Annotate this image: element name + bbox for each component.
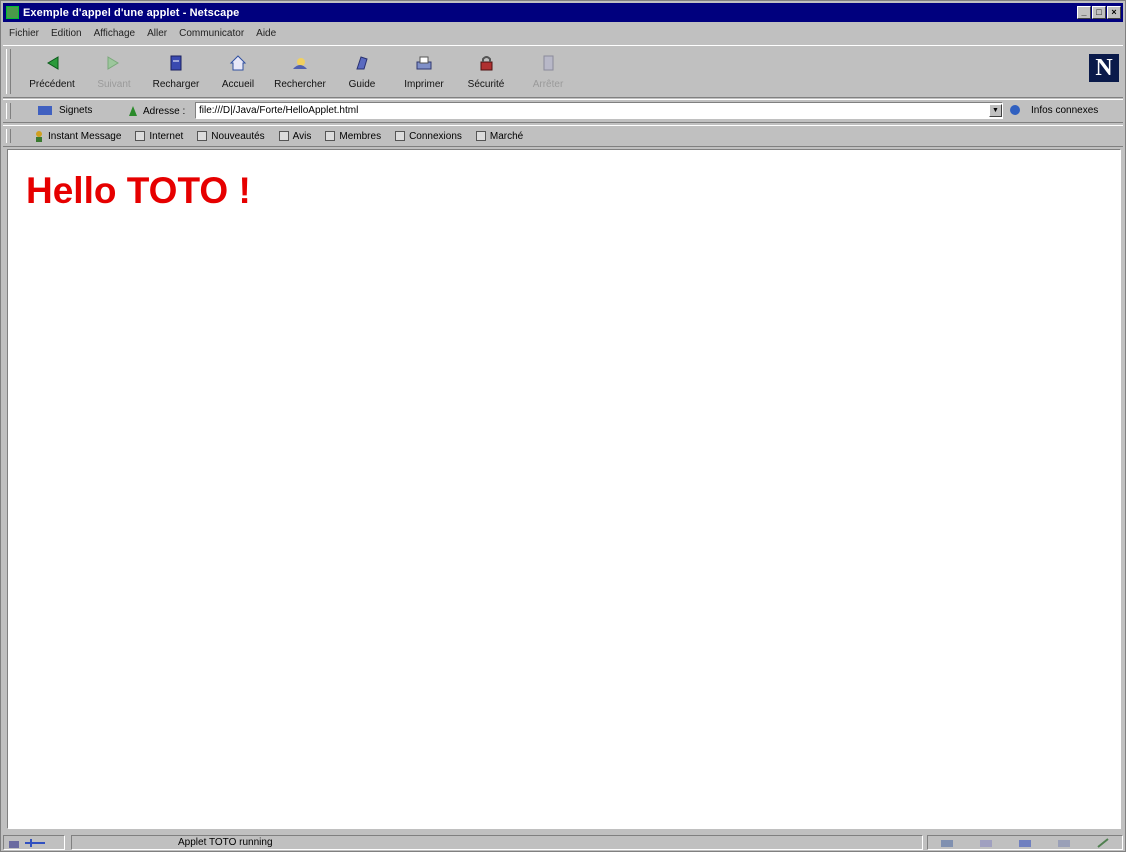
personal-toolbar: Instant Message Internet Nouveautés Avis…	[3, 125, 1123, 147]
menu-aide[interactable]: Aide	[250, 28, 282, 39]
reload-button[interactable]: Recharger	[145, 50, 207, 94]
close-button[interactable]: ×	[1107, 6, 1121, 19]
status-bar: Applet TOTO running	[3, 834, 1123, 851]
toolbar-grip[interactable]	[6, 129, 11, 143]
menu-affichage[interactable]: Affichage	[88, 28, 142, 39]
address-label: Adresse :	[127, 105, 185, 117]
address-book-icon[interactable]	[1057, 838, 1071, 848]
personal-item-avis[interactable]: Avis	[278, 131, 311, 142]
instant-message-icon	[36, 131, 42, 142]
home-icon	[227, 52, 249, 74]
minimize-button[interactable]: _	[1077, 6, 1091, 19]
stop-icon	[537, 52, 559, 74]
home-button[interactable]: Accueil	[207, 50, 269, 94]
security-status-icon	[9, 840, 19, 848]
page-content[interactable]: Hello TOTO !	[7, 149, 1121, 829]
browser-window: Exemple d'appel d'une applet - Netscape …	[0, 0, 1126, 852]
location-toolbar: Signets Adresse : ▼ Infos connexes	[3, 99, 1123, 123]
back-button[interactable]: Précédent	[21, 50, 83, 94]
bookmark-folder-icon	[395, 131, 406, 141]
address-dropdown-button[interactable]: ▼	[989, 104, 1002, 117]
forward-arrow-icon	[103, 52, 125, 74]
bookmarks-button[interactable]: Signets	[37, 104, 92, 116]
status-text: Applet TOTO running	[71, 835, 923, 850]
title-bar[interactable]: Exemple d'appel d'une applet - Netscape …	[3, 3, 1123, 22]
connection-status-icon	[25, 838, 45, 847]
address-input[interactable]	[195, 102, 1003, 119]
print-icon	[413, 52, 435, 74]
menu-aller[interactable]: Aller	[141, 28, 173, 39]
bookmark-folder-icon	[135, 131, 146, 141]
search-button[interactable]: Rechercher	[269, 50, 331, 94]
component-bar	[927, 835, 1123, 850]
bookmark-folder-icon	[325, 131, 336, 141]
bookmark-folder-icon	[278, 131, 289, 141]
personal-item-membres[interactable]: Membres	[325, 131, 381, 142]
status-security[interactable]	[3, 835, 65, 850]
menu-bar: Fichier Edition Affichage Aller Communic…	[3, 24, 282, 42]
menu-fichier[interactable]: Fichier	[3, 28, 45, 39]
window-title: Exemple d'appel d'une applet - Netscape	[23, 6, 240, 19]
personal-item-internet[interactable]: Internet	[135, 131, 183, 142]
page-proxy-icon[interactable]	[127, 105, 139, 117]
personal-item-instant-message[interactable]: Instant Message	[33, 130, 121, 142]
navigator-icon[interactable]	[940, 838, 954, 848]
bookmarks-icon	[38, 106, 52, 115]
back-arrow-icon	[41, 52, 63, 74]
print-button[interactable]: Imprimer	[393, 50, 455, 94]
mail-icon[interactable]	[979, 838, 993, 848]
security-lock-icon	[475, 52, 497, 74]
personal-item-connexions[interactable]: Connexions	[395, 131, 462, 142]
page-heading: Hello TOTO !	[26, 170, 251, 211]
menu-communicator[interactable]: Communicator	[173, 28, 250, 39]
bookmark-folder-icon	[197, 131, 208, 141]
bookmark-folder-icon	[475, 131, 486, 141]
forward-button[interactable]: Suivant	[83, 50, 145, 94]
security-button[interactable]: Sécurité	[455, 50, 517, 94]
navigation-toolbar: Précédent Suivant Recharger Accueil Rech…	[3, 45, 1123, 98]
toolbar-grip[interactable]	[6, 49, 11, 94]
maximize-button[interactable]: □	[1092, 6, 1106, 19]
search-icon	[289, 52, 311, 74]
netscape-app-icon	[6, 6, 19, 19]
related-button[interactable]: Infos connexes	[1009, 104, 1098, 116]
composer-icon[interactable]	[1096, 837, 1110, 848]
messenger-icon[interactable]	[1018, 838, 1032, 848]
netscape-logo[interactable]: N	[1089, 54, 1119, 82]
guide-button[interactable]: Guide	[331, 50, 393, 94]
related-icon	[1010, 105, 1020, 115]
personal-item-nouveautes[interactable]: Nouveautés	[197, 131, 265, 142]
menu-edition[interactable]: Edition	[45, 28, 88, 39]
toolbar-grip[interactable]	[6, 103, 11, 119]
reload-icon	[165, 52, 187, 74]
stop-button[interactable]: Arrêter	[517, 50, 579, 94]
guide-icon	[351, 52, 373, 74]
personal-item-marche[interactable]: Marché	[475, 131, 523, 142]
